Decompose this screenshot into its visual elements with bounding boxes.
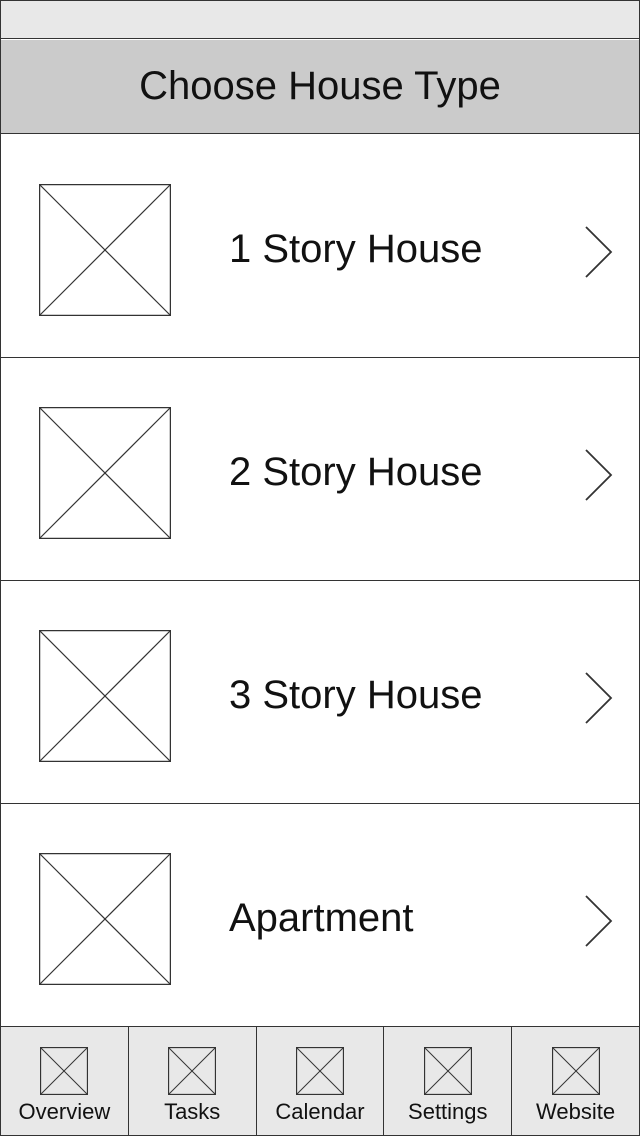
image-placeholder-icon — [40, 1046, 89, 1096]
house-type-label: 1 Story House — [229, 227, 483, 271]
image-placeholder-icon — [168, 1046, 217, 1096]
status-bar — [1, 1, 639, 39]
tab-label: Calendar — [275, 1099, 365, 1124]
tab-label: Tasks — [164, 1099, 221, 1124]
image-placeholder-icon — [39, 407, 171, 539]
chevron-right-icon — [583, 448, 615, 502]
house-type-list: 1 Story House 2 Story House 3 Story Hous… — [1, 135, 639, 1027]
image-placeholder-icon — [551, 1046, 600, 1096]
tab-overview[interactable]: Overview — [1, 1027, 129, 1136]
chevron-right-icon — [583, 671, 615, 725]
house-type-label: Apartment — [229, 896, 414, 940]
tab-calendar[interactable]: Calendar — [257, 1027, 385, 1136]
tab-label: Settings — [408, 1099, 488, 1124]
nav-header: Choose House Type — [1, 40, 639, 134]
phone-screen: Choose House Type 1 Story House 2 Story … — [0, 0, 640, 1136]
chevron-right-icon — [583, 894, 615, 948]
page-title: Choose House Type — [139, 64, 501, 108]
tab-settings[interactable]: Settings — [384, 1027, 513, 1136]
house-type-row-3-story[interactable]: 3 Story House — [1, 581, 639, 804]
house-type-row-1-story[interactable]: 1 Story House — [1, 135, 639, 358]
image-placeholder-icon — [39, 853, 171, 985]
tab-label: Overview — [18, 1099, 111, 1124]
house-type-row-apartment[interactable]: Apartment — [1, 804, 639, 1027]
chevron-right-icon — [583, 225, 615, 279]
tab-tasks[interactable]: Tasks — [129, 1027, 257, 1136]
image-placeholder-icon — [39, 184, 171, 316]
tab-website[interactable]: Website — [512, 1027, 639, 1136]
house-type-label: 2 Story House — [229, 450, 483, 494]
image-placeholder-icon — [295, 1046, 345, 1096]
tab-label: Website — [536, 1099, 616, 1124]
image-placeholder-icon — [39, 630, 171, 762]
house-type-row-2-story[interactable]: 2 Story House — [1, 358, 639, 581]
house-type-label: 3 Story House — [229, 673, 483, 717]
image-placeholder-icon — [423, 1046, 472, 1096]
bottom-tab-bar: Overview Tasks Calendar Settings Website — [1, 1026, 639, 1136]
